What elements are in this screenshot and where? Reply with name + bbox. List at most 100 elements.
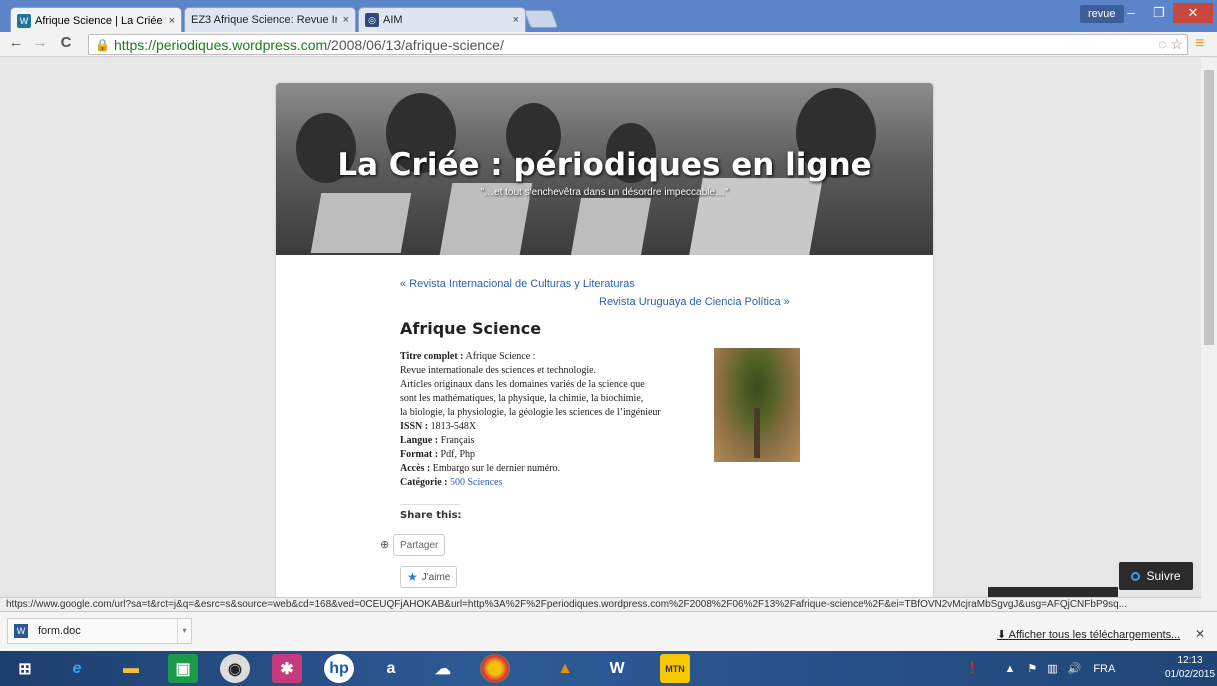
titre-value: Afrique Science : — [465, 351, 536, 362]
description-line: Revue internationale des sciences et tec… — [400, 365, 597, 376]
url-host: https://periodiques.wordpress.com — [113, 36, 328, 53]
minimize-button[interactable]: – — [1117, 3, 1145, 23]
tree-trunk-shape — [754, 408, 760, 458]
share-icon: ⊕ — [380, 539, 390, 551]
restore-button[interactable]: ❐ — [1145, 3, 1173, 23]
share-button[interactable]: Partager — [393, 534, 446, 556]
photo-app-icon[interactable]: ✱ — [272, 654, 302, 683]
scrollbar-thumb[interactable] — [1204, 70, 1214, 345]
amazon-icon[interactable]: a — [376, 654, 406, 683]
clock-time: 12:13 — [1177, 655, 1203, 666]
follow-bar — [988, 587, 1118, 597]
tab-label: EZ3 Afrique Science: Revue Int — [191, 14, 337, 26]
header-newspaper — [310, 193, 412, 253]
system-tray: ! ▲ ⚑ ▥ 🔊 FRA — [970, 651, 1115, 686]
url-path: /2008/06/13/afrique-science/ — [327, 36, 504, 53]
download-shelf: W form.doc ▾ ⬇ Afficher tous les télécha… — [0, 611, 1217, 651]
status-url: https://www.google.com/url?sa=t&rct=j&q=… — [0, 597, 1201, 611]
window-close-button[interactable]: ✕ — [1173, 3, 1213, 23]
menu-icon[interactable]: ≡ — [1195, 35, 1204, 53]
category-link[interactable]: 500 Sciences — [450, 477, 503, 488]
site-header: La Criée : périodiques en ligne "…et tou… — [276, 83, 933, 255]
hp-icon[interactable]: hp — [324, 654, 354, 683]
journal-details: Titre complet : Afrique Science : Revue … — [400, 350, 710, 490]
download-item[interactable]: W form.doc ▾ — [7, 618, 192, 644]
description-line: sont les mathématiques, la physique, la … — [400, 393, 644, 404]
reload-button[interactable]: C — [56, 34, 76, 51]
acces-label: Accès : — [400, 463, 431, 474]
webcam-icon[interactable]: ◉ — [220, 654, 250, 683]
new-tab-button[interactable] — [523, 10, 559, 28]
star-icon: ★ — [407, 570, 418, 584]
next-post-link[interactable]: Revista Uruguaya de Ciencia Política » — [599, 296, 790, 308]
close-icon[interactable]: ✕ — [1195, 627, 1205, 641]
like-button[interactable]: ★ J'aime — [400, 566, 458, 588]
titre-label: Titre complet : — [400, 351, 464, 362]
show-all-downloads-link[interactable]: ⬇ Afficher tous les téléchargements... — [997, 628, 1180, 641]
clock[interactable]: 12:13 01/02/2015 — [1165, 654, 1215, 682]
close-icon[interactable]: × — [513, 14, 519, 26]
acces-value: Embargo sur le dernier numéro. — [432, 463, 561, 474]
word-icon[interactable]: W — [602, 654, 632, 683]
store-icon[interactable]: ▣ — [168, 654, 198, 683]
wordpress-icon: W — [17, 13, 31, 28]
mtn-icon[interactable]: MTN — [660, 654, 690, 683]
title-bar: W Afrique Science | La Criée × EZ3 Afriq… — [0, 0, 1217, 33]
like-label: J'aime — [421, 571, 451, 583]
word-document-icon: W — [14, 624, 28, 638]
site-title[interactable]: La Criée : périodiques en ligne — [276, 147, 933, 183]
issn-label: ISSN : — [400, 421, 429, 432]
file-explorer-icon[interactable]: ▬ — [116, 654, 146, 683]
speaker-icon[interactable]: 🔊 — [1068, 662, 1082, 675]
vlc-icon[interactable]: ▲ — [550, 654, 580, 683]
address-bar[interactable]: 🔒 https://periodiques.wordpress.com/2008… — [88, 34, 1188, 55]
description-line: Articles originaux dans les domaines var… — [400, 379, 645, 390]
network-icon[interactable]: ▥ — [1047, 662, 1057, 675]
divider — [400, 504, 460, 505]
lock-icon: 🔒 — [95, 37, 110, 52]
tab-afrique-science[interactable]: W Afrique Science | La Criée × — [10, 7, 182, 33]
tab-aim[interactable]: ◎ AIM × — [358, 7, 526, 32]
scrollbar[interactable] — [1201, 58, 1217, 610]
cloud-icon[interactable]: ☁ — [428, 654, 458, 683]
follow-button[interactable]: Suivre — [1119, 562, 1193, 590]
aim-icon: ◎ — [365, 13, 379, 27]
follow-label: Suivre — [1146, 569, 1181, 583]
langue-label: Langue : — [400, 435, 439, 446]
share-title: Share this: — [400, 510, 462, 521]
format-value: Pdf, Php — [440, 449, 475, 460]
blog-card: La Criée : périodiques en ligne "…et tou… — [276, 83, 933, 597]
page-viewport: La Criée : périodiques en ligne "…et tou… — [0, 58, 1201, 597]
show-all-label: Afficher tous les téléchargements... — [1008, 629, 1181, 641]
chrome-icon[interactable] — [480, 654, 510, 683]
close-icon[interactable]: × — [343, 14, 349, 26]
tab-label: Afrique Science | La Criée — [35, 14, 163, 27]
tab-ezb[interactable]: EZ3 Afrique Science: Revue Int × — [184, 7, 356, 32]
tray-expand-icon[interactable]: ▲ — [1004, 663, 1015, 675]
windows-taskbar: ⊞ e ▬ ▣ ◉ ✱ hp a ☁ ▲ W MTN ! ▲ ⚑ ▥ 🔊 FRA… — [0, 651, 1217, 686]
flag-icon[interactable]: ⚑ — [1027, 662, 1037, 675]
issn-value: 1813-548X — [430, 421, 477, 432]
windows-start-icon[interactable]: ⊞ — [10, 654, 40, 683]
site-tagline: "…et tout s'enchevêtra dans un désordre … — [480, 187, 729, 198]
download-filename: form.doc — [38, 625, 81, 637]
back-button[interactable]: ← — [6, 34, 26, 51]
langue-value: Français — [440, 435, 475, 446]
forward-button[interactable]: → — [30, 34, 50, 51]
wordpress-follow-icon — [1131, 571, 1141, 581]
format-label: Format : — [400, 449, 439, 460]
description-line: la biologie, la physiologie, la géologie… — [400, 407, 661, 418]
tab-label: AIM — [383, 14, 403, 26]
clock-date: 01/02/2015 — [1165, 669, 1216, 680]
chevron-down-icon[interactable]: ▾ — [177, 619, 191, 643]
language-indicator[interactable]: FRA — [1093, 663, 1115, 675]
internet-explorer-icon[interactable]: e — [62, 654, 92, 683]
categorie-label: Catégorie : — [400, 477, 448, 488]
journal-cover-image — [714, 348, 800, 462]
previous-post-link[interactable]: « Revista Internacional de Culturas y Li… — [400, 278, 635, 290]
post-title: Afrique Science — [400, 319, 542, 338]
bookmark-star-icon[interactable]: ◌ ☆ — [1158, 36, 1183, 53]
header-newspaper — [570, 198, 652, 255]
close-icon[interactable]: × — [169, 15, 175, 27]
alert-icon[interactable]: ! — [970, 660, 974, 678]
